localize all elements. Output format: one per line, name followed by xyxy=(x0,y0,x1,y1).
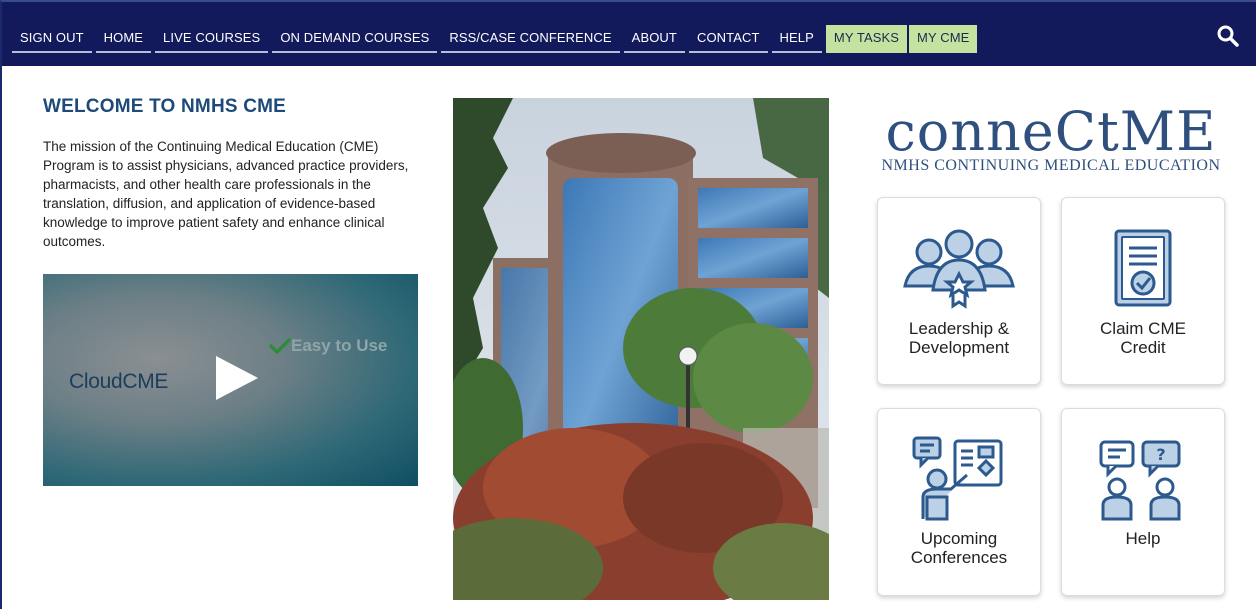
leadership-group-icon xyxy=(878,224,1040,310)
tile-upcoming-conferences[interactable]: Upcoming Conferences xyxy=(877,408,1041,596)
nav-on-demand-courses[interactable]: ON DEMAND COURSES xyxy=(272,25,438,53)
nav-help[interactable]: HELP xyxy=(771,25,822,53)
nav-home[interactable]: HOME xyxy=(95,25,152,53)
promo-video[interactable]: CloudCME Easy to Use xyxy=(43,274,418,486)
tile-help[interactable]: ? Help xyxy=(1061,408,1225,596)
nav-contact[interactable]: CONTACT xyxy=(688,25,768,53)
nav-sign-out[interactable]: SIGN OUT xyxy=(12,25,92,53)
help-chat-icon: ? xyxy=(1062,439,1224,521)
nav-my-tasks[interactable]: MY TASKS xyxy=(825,25,908,53)
tile-leadership-label-2: Development xyxy=(908,338,1010,357)
page-title: WELCOME TO NMHS CME xyxy=(43,96,287,117)
building-photo xyxy=(453,98,829,600)
connectme-logo: conneCtME NMHS CONTINUING MEDICAL EDUCAT… xyxy=(860,100,1242,176)
svg-text:?: ? xyxy=(1156,445,1165,464)
tile-upcoming-label-2: Conferences xyxy=(910,548,1008,567)
tile-claim-label-2: Credit xyxy=(1120,338,1166,357)
nav-menu: SIGN OUT HOME LIVE COURSES ON DEMAND COU… xyxy=(12,25,979,53)
mission-statement: The mission of the Continuing Medical Ed… xyxy=(43,139,409,249)
nav-about[interactable]: ABOUT xyxy=(623,25,685,53)
tile-claim-label-1: Claim CME xyxy=(1100,319,1186,338)
tile-leadership-label-1: Leadership & xyxy=(908,319,1010,338)
checkmark-icon xyxy=(269,338,291,354)
tile-claim-cme-credit[interactable]: Claim CME Credit xyxy=(1061,197,1225,385)
presentation-icon xyxy=(878,435,1040,521)
certificate-icon xyxy=(1062,228,1224,308)
tile-leadership-development[interactable]: Leadership & Development xyxy=(877,197,1041,385)
brand-subtitle: NMHS CONTINUING MEDICAL EDUCATION xyxy=(882,157,1221,174)
top-navbar: SIGN OUT HOME LIVE COURSES ON DEMAND COU… xyxy=(2,2,1256,66)
cloudcme-logo: CloudCME xyxy=(69,370,169,393)
brand-logo-text: conneCtME xyxy=(886,104,1217,163)
nav-my-cme[interactable]: MY CME xyxy=(909,25,978,53)
play-icon[interactable] xyxy=(214,355,260,401)
nav-rss-case-conference[interactable]: RSS/CASE CONFERENCE xyxy=(441,25,620,53)
search-icon[interactable] xyxy=(1216,24,1240,48)
tile-help-label: Help xyxy=(1125,529,1161,548)
nav-live-courses[interactable]: LIVE COURSES xyxy=(155,25,269,53)
tile-upcoming-label-1: Upcoming xyxy=(920,529,998,548)
video-tagline: Easy to Use xyxy=(291,336,388,355)
